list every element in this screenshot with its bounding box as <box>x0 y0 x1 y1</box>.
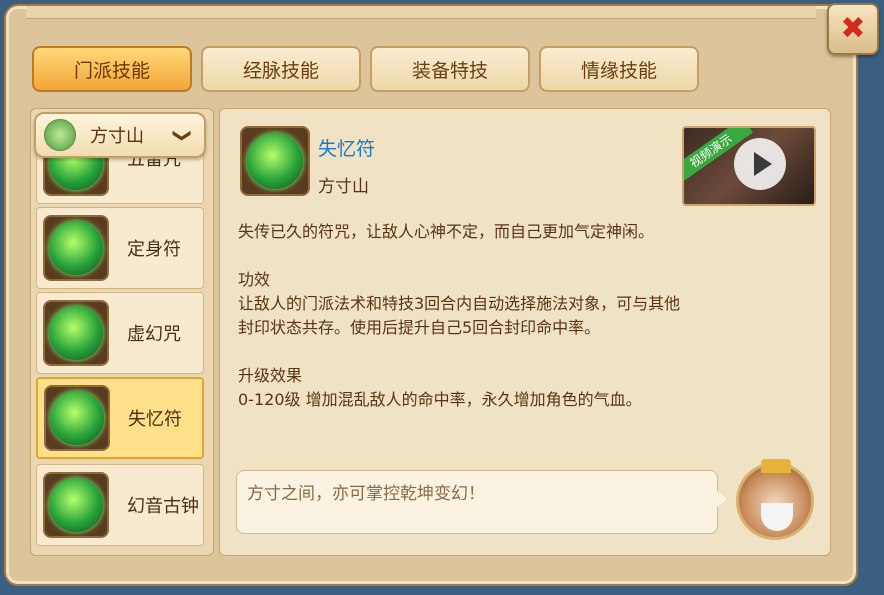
skill-item-xuhuanzhou[interactable]: 虚幻咒 <box>36 292 204 374</box>
school-dropdown[interactable]: 方寸山 ❯ <box>34 112 206 158</box>
npc-avatar <box>736 459 814 540</box>
description-text: 失传已久的符咒，让敌人心神不定，而自己更加气定神闲。 <box>238 222 655 241</box>
npc-quote-text: 方寸之间，亦可掌控乾坤变幻！ <box>247 484 485 504</box>
close-icon: ✖ <box>840 11 866 46</box>
skill-name: 幻音古钟 <box>127 496 199 517</box>
npc-crown <box>761 459 791 473</box>
skill-item-huanyinguzhong[interactable]: 幻音古钟 <box>36 464 204 546</box>
skill-huanyinguzhong-icon <box>43 472 109 538</box>
selected-skill-icon <box>240 126 310 196</box>
upgrade-text: 0-120级 增加混乱敌人的命中率，永久增加角色的气血。 <box>238 390 642 409</box>
school-dropdown-label: 方寸山 <box>90 126 144 147</box>
tab-school-skills[interactable]: 门派技能 <box>32 46 192 92</box>
skill-description: 失传已久的符咒，让敌人心神不定，而自己更加气定神闲。 功效 让敌人的门派法术和特… <box>238 220 818 412</box>
effect-heading: 功效 <box>238 270 271 289</box>
skill-dingshenfu-icon <box>43 215 109 281</box>
npc-beard <box>761 503 793 531</box>
upgrade-heading: 升级效果 <box>238 366 303 385</box>
tab-meridian-skills[interactable]: 经脉技能 <box>201 46 361 92</box>
tab-equipment-skills[interactable]: 装备特技 <box>370 46 530 92</box>
skill-xuhuanzhou-icon <box>43 300 109 366</box>
skill-item-dingshenfu[interactable]: 定身符 <box>36 207 204 289</box>
skill-shiyifu-icon <box>44 385 110 451</box>
skill-title: 失忆符 <box>318 138 376 160</box>
video-demo-button[interactable]: 视频演示 <box>682 126 816 206</box>
school-emblem-icon <box>44 119 76 151</box>
skill-name: 失忆符 <box>128 409 182 430</box>
skill-item-shiyifu[interactable]: 失忆符 <box>36 377 204 459</box>
skill-name: 虚幻咒 <box>127 324 181 345</box>
npc-quote-bubble: 方寸之间，亦可掌控乾坤变幻！ <box>236 470 727 534</box>
skill-school: 方寸山 <box>318 177 369 197</box>
effect-text-line2: 封印状态共存。使用后提升自己5回合封印命中率。 <box>238 318 601 337</box>
skill-name: 定身符 <box>127 239 181 260</box>
effect-text-line1: 让敌人的门派法术和特技3回合内自动选择施法对象，可与其他 <box>238 294 681 313</box>
chevron-down-icon: ❯ <box>171 127 193 143</box>
close-button[interactable]: ✖ <box>827 3 879 55</box>
window-top-edge <box>26 6 816 19</box>
tab-bond-skills[interactable]: 情缘技能 <box>539 46 699 92</box>
play-icon <box>734 138 786 190</box>
